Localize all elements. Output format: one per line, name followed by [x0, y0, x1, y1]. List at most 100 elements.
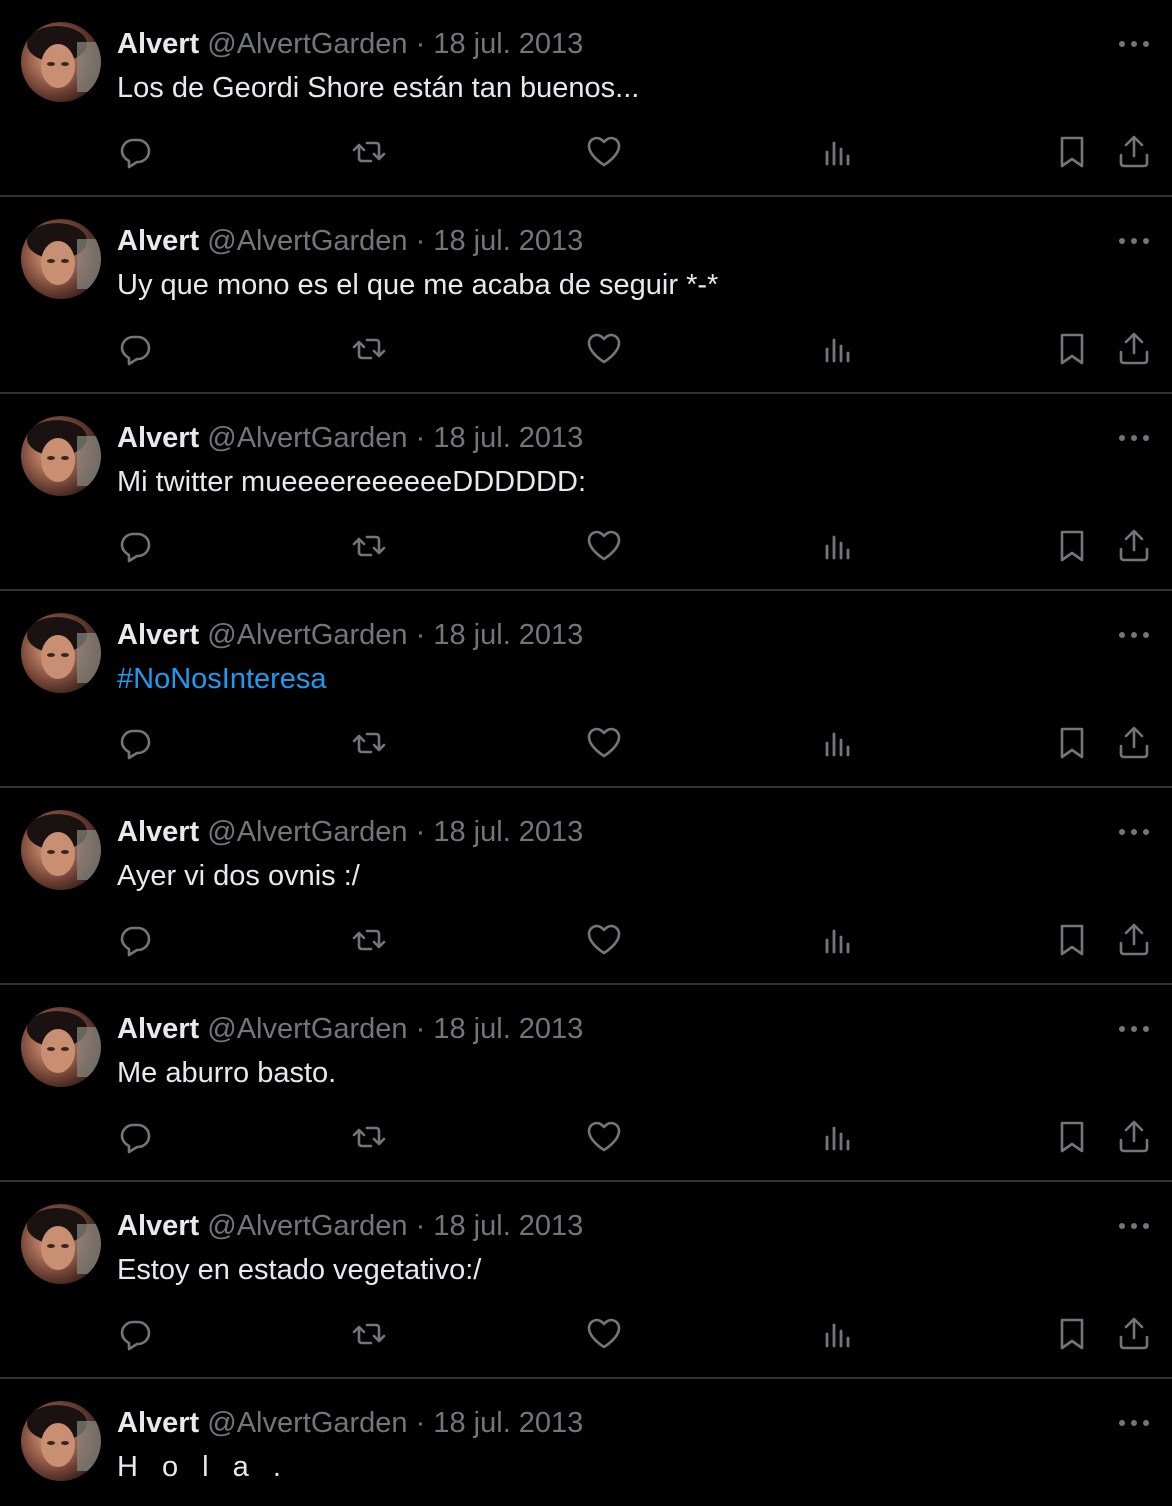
author-handle[interactable]: @AlvertGarden [207, 619, 407, 651]
avatar[interactable] [21, 1204, 101, 1284]
reply-icon[interactable] [115, 920, 155, 960]
retweet-icon[interactable] [349, 723, 389, 763]
hashtag-link[interactable]: #NoNosInteresa [117, 659, 327, 699]
share-icon[interactable] [1114, 920, 1154, 960]
more-horizontal-icon[interactable] [1116, 30, 1152, 58]
tweet[interactable]: Alvert @AlvertGarden · 18 jul. 2013 Uy q… [0, 197, 1172, 394]
avatar[interactable] [21, 22, 101, 102]
views-bar-chart-icon[interactable] [818, 920, 858, 960]
timeline: Alvert @AlvertGarden · 18 jul. 2013 Los … [0, 0, 1172, 1499]
tweet[interactable]: Alvert @AlvertGarden · 18 jul. 2013 Los … [0, 0, 1172, 197]
author-name[interactable]: Alvert [117, 422, 199, 454]
heart-icon[interactable] [584, 1117, 624, 1157]
author-name[interactable]: Alvert [117, 1013, 199, 1045]
author-handle[interactable]: @AlvertGarden [207, 28, 407, 60]
reply-icon[interactable] [115, 526, 155, 566]
bookmark-icon[interactable] [1052, 1117, 1092, 1157]
more-horizontal-icon[interactable] [1116, 1015, 1152, 1043]
tweet-date[interactable]: 18 jul. 2013 [433, 1210, 583, 1242]
share-icon[interactable] [1114, 1314, 1154, 1354]
heart-icon[interactable] [584, 132, 624, 172]
avatar[interactable] [21, 810, 101, 890]
tweet[interactable]: Alvert @AlvertGarden · 18 jul. 2013 Me a… [0, 985, 1172, 1182]
tweet-date[interactable]: 18 jul. 2013 [433, 422, 583, 454]
tweet-header: Alvert @AlvertGarden · 18 jul. 2013 [117, 812, 583, 852]
bookmark-icon[interactable] [1052, 920, 1092, 960]
retweet-icon[interactable] [349, 1314, 389, 1354]
views-bar-chart-icon[interactable] [818, 329, 858, 369]
tweet-date[interactable]: 18 jul. 2013 [433, 225, 583, 257]
tweet[interactable]: Alvert @AlvertGarden · 18 jul. 2013 H o … [0, 1379, 1172, 1499]
more-horizontal-icon[interactable] [1116, 818, 1152, 846]
author-handle[interactable]: @AlvertGarden [207, 1407, 407, 1439]
retweet-icon[interactable] [349, 132, 389, 172]
avatar[interactable] [21, 613, 101, 693]
share-icon[interactable] [1114, 132, 1154, 172]
tweet[interactable]: Alvert @AlvertGarden · 18 jul. 2013 #NoN… [0, 591, 1172, 788]
more-horizontal-icon[interactable] [1116, 227, 1152, 255]
retweet-icon[interactable] [349, 329, 389, 369]
tweet-text: Mi twitter mueeeereeeeeeDDDDDD: [117, 466, 586, 498]
tweet[interactable]: Alvert @AlvertGarden · 18 jul. 2013 Esto… [0, 1182, 1172, 1379]
share-icon[interactable] [1114, 329, 1154, 369]
views-bar-chart-icon[interactable] [818, 1314, 858, 1354]
author-name[interactable]: Alvert [117, 28, 199, 60]
tweet-date[interactable]: 18 jul. 2013 [433, 816, 583, 848]
heart-icon[interactable] [584, 920, 624, 960]
tweet-header: Alvert @AlvertGarden · 18 jul. 2013 [117, 221, 583, 261]
tweet-header: Alvert @AlvertGarden · 18 jul. 2013 [117, 615, 583, 655]
author-name[interactable]: Alvert [117, 619, 199, 651]
tweet-date[interactable]: 18 jul. 2013 [433, 28, 583, 60]
views-bar-chart-icon[interactable] [818, 723, 858, 763]
tweet-date[interactable]: 18 jul. 2013 [433, 619, 583, 651]
author-name[interactable]: Alvert [117, 225, 199, 257]
avatar[interactable] [21, 1007, 101, 1087]
heart-icon[interactable] [584, 526, 624, 566]
author-handle[interactable]: @AlvertGarden [207, 422, 407, 454]
tweet[interactable]: Alvert @AlvertGarden · 18 jul. 2013 Ayer… [0, 788, 1172, 985]
share-icon[interactable] [1114, 526, 1154, 566]
reply-icon[interactable] [115, 329, 155, 369]
more-horizontal-icon[interactable] [1116, 1212, 1152, 1240]
retweet-icon[interactable] [349, 1117, 389, 1157]
more-horizontal-icon[interactable] [1116, 621, 1152, 649]
avatar[interactable] [21, 1401, 101, 1481]
tweet[interactable]: Alvert @AlvertGarden · 18 jul. 2013 Mi t… [0, 394, 1172, 591]
author-name[interactable]: Alvert [117, 1407, 199, 1439]
more-horizontal-icon[interactable] [1116, 424, 1152, 452]
author-handle[interactable]: @AlvertGarden [207, 1210, 407, 1242]
reply-icon[interactable] [115, 1117, 155, 1157]
author-handle[interactable]: @AlvertGarden [207, 225, 407, 257]
tweet-date[interactable]: 18 jul. 2013 [433, 1407, 583, 1439]
author-handle[interactable]: @AlvertGarden [207, 816, 407, 848]
retweet-icon[interactable] [349, 920, 389, 960]
bookmark-icon[interactable] [1052, 1314, 1092, 1354]
retweet-icon[interactable] [349, 526, 389, 566]
reply-icon[interactable] [115, 132, 155, 172]
reply-icon[interactable] [115, 723, 155, 763]
author-name[interactable]: Alvert [117, 816, 199, 848]
tweet-text: Uy que mono es el que me acaba de seguir… [117, 269, 719, 301]
bookmark-icon[interactable] [1052, 723, 1092, 763]
author-handle[interactable]: @AlvertGarden [207, 1013, 407, 1045]
share-icon[interactable] [1114, 723, 1154, 763]
heart-icon[interactable] [584, 723, 624, 763]
views-bar-chart-icon[interactable] [818, 132, 858, 172]
heart-icon[interactable] [584, 329, 624, 369]
avatar[interactable] [21, 219, 101, 299]
bookmark-icon[interactable] [1052, 132, 1092, 172]
avatar[interactable] [21, 416, 101, 496]
views-bar-chart-icon[interactable] [818, 1117, 858, 1157]
share-icon[interactable] [1114, 1117, 1154, 1157]
more-horizontal-icon[interactable] [1116, 1409, 1152, 1437]
bookmark-icon[interactable] [1052, 329, 1092, 369]
reply-icon[interactable] [115, 1314, 155, 1354]
bookmark-icon[interactable] [1052, 526, 1092, 566]
separator-dot: · [415, 28, 426, 60]
tweet-date[interactable]: 18 jul. 2013 [433, 1013, 583, 1045]
separator-dot: · [415, 1013, 426, 1045]
views-bar-chart-icon[interactable] [818, 526, 858, 566]
heart-icon[interactable] [584, 1314, 624, 1354]
tweet-header: Alvert @AlvertGarden · 18 jul. 2013 [117, 1009, 583, 1049]
author-name[interactable]: Alvert [117, 1210, 199, 1242]
